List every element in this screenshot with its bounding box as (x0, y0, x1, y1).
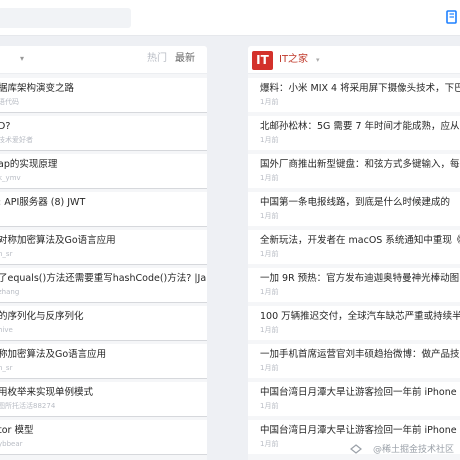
chevron-down-icon[interactable]: ▾ (20, 54, 30, 64)
article-title[interactable]: 据库架构演变之路 (0, 82, 74, 95)
article-item[interactable]: D? 技术爱好者 (0, 116, 207, 150)
article-meta: 1月前 (260, 402, 279, 410)
left-panel-header: ▾ 热门 最新 (0, 46, 207, 74)
article-meta: zhang (0, 288, 20, 296)
right-panel-header: IT IT之家 ▾ (248, 46, 460, 74)
article-item[interactable]: 用枚举来实现单例模式图所托活活88274 (0, 382, 207, 416)
article-meta: 1月前 (260, 174, 279, 182)
article-meta: 1月前 (260, 364, 279, 372)
article-title[interactable]: 用枚举来实现单例模式 (0, 386, 93, 399)
left-feed-panel: ▾ 热门 最新 据库架构演变之路语代码 D? 技术爱好者 ap的实现原理 k_ymv : A… (0, 46, 207, 460)
article-item[interactable]: 对称加密算法及Go语言应用 n_sr (0, 230, 207, 264)
top-bar (0, 0, 460, 36)
article-title[interactable]: 100 万辆推迟交付，全球汽车缺芯严重或持续半年以上 (260, 310, 460, 323)
article-title[interactable]: 爆料：小米 MIX 4 将采用屏下摄像头技术，下巴极窄 (260, 82, 460, 95)
article-title[interactable]: 了equals()方法还需要重写hashCode()方法? |Ja… (0, 272, 207, 285)
article-item[interactable]: 中国台湾日月潭大旱让游客捡回一年前 iPhone 11 1月前 (248, 382, 460, 416)
article-meta: 技术爱好者 (0, 136, 33, 144)
article-title[interactable]: 一加手机首席运营官刘丰硕趋抬微博：做产品技术出身 (260, 348, 460, 361)
article-item[interactable]: : API服务器 (8) JWT (0, 192, 207, 226)
article-meta: 1月前 (260, 212, 279, 220)
book-icon[interactable] (446, 10, 458, 24)
article-item[interactable]: 了equals()方法还需要重写hashCode()方法? |Ja… zhang (0, 268, 207, 302)
article-meta: ybbear (0, 440, 23, 448)
chevron-down-icon[interactable]: ▾ (316, 55, 320, 65)
article-title[interactable]: ap的实现原理 (0, 158, 57, 171)
tab-latest[interactable]: 最新 (175, 53, 195, 64)
article-item[interactable]: 称加密算法及Go语言应用 n_sr (0, 344, 207, 378)
article-title[interactable]: tor 模型 (0, 424, 33, 437)
article-item[interactable]: 全新玩法，开发者在 macOS 系统通知中重现《Flapp 1月前 (248, 230, 460, 264)
article-meta: n_sr (0, 250, 13, 258)
watermark: @稀土掘金技术社区 (372, 445, 454, 455)
article-meta: k_ymv (0, 174, 21, 182)
article-item[interactable]: ap的实现原理 k_ymv (0, 154, 207, 188)
article-title[interactable]: 对称加密算法及Go语言应用 (0, 234, 116, 247)
article-item[interactable]: 100 万辆推迟交付，全球汽车缺芯严重或持续半年以上 1月前 (248, 306, 460, 340)
article-meta: 1月前 (260, 98, 279, 106)
article-item[interactable]: 中国第一条电报线路，到底是什么时候建成的 1月前 (248, 192, 460, 226)
article-title[interactable]: 称加密算法及Go语言应用 (0, 348, 106, 361)
article-meta: 语代码 (0, 98, 19, 106)
article-meta: 1月前 (260, 440, 279, 448)
article-title[interactable]: 中国台湾日月潭大旱让游客捡回一年前 iPhone 11 (260, 386, 460, 399)
article-title[interactable]: 北邮孙松林：5G 需要 7 年时间才能成熟，应从产业链 (260, 120, 460, 133)
search-input[interactable] (0, 8, 131, 28)
article-item[interactable]: 据库架构演变之路语代码 (0, 78, 207, 112)
article-meta: n_sr (0, 364, 13, 372)
article-meta: 图所托活活88274 (0, 402, 56, 410)
article-item[interactable]: 的序列化与反序列化 hive (0, 306, 207, 340)
source-logo[interactable]: IT (252, 51, 273, 70)
article-title[interactable]: D? (0, 120, 10, 133)
article-item[interactable]: 一加 9R 预热：官方发布迪迦奥特曼神光棒动图，今晚 1月前 (248, 268, 460, 302)
article-title[interactable]: 全新玩法，开发者在 macOS 系统通知中重现《Flapp (260, 234, 460, 247)
article-meta: hive (0, 326, 13, 334)
article-title[interactable]: : API服务器 (8) JWT (0, 196, 85, 209)
right-feed-panel: IT IT之家 ▾ 爆料：小米 MIX 4 将采用屏下摄像头技术，下巴极窄 1月前… (248, 46, 460, 460)
juejin-logo-icon (350, 444, 362, 454)
article-title[interactable]: 一加 9R 预热：官方发布迪迦奥特曼神光棒动图，今晚 (260, 272, 460, 285)
sort-tabs: 热门 最新 (139, 52, 195, 66)
article-meta: 1月前 (260, 288, 279, 296)
article-item[interactable]: 爆料：小米 MIX 4 将采用屏下摄像头技术，下巴极窄 1月前 (248, 78, 460, 112)
tab-hot[interactable]: 热门 (147, 53, 167, 64)
article-meta: 1月前 (260, 136, 279, 144)
article-title[interactable]: 中国第一条电报线路，到底是什么时候建成的 (260, 196, 450, 209)
article-item[interactable]: 国外厂商推出新型键盘：和弦方式多键输入，每分钟 1月前 (248, 154, 460, 188)
article-item[interactable]: 北邮孙松林：5G 需要 7 年时间才能成熟，应从产业链 1月前 (248, 116, 460, 150)
article-title[interactable]: 的序列化与反序列化 (0, 310, 84, 323)
article-meta: 1月前 (260, 326, 279, 334)
article-title[interactable]: 国外厂商推出新型键盘：和弦方式多键输入，每分钟 (260, 158, 460, 171)
article-title[interactable]: 中国台湾日月潭大旱让游客捡回一年前 iPhone 11 (260, 424, 460, 437)
article-item[interactable]: tor 模型 ybbear (0, 420, 207, 454)
source-name[interactable]: IT之家 (279, 53, 308, 67)
article-meta: 1月前 (260, 250, 279, 258)
article-item[interactable]: 一加手机首席运营官刘丰硕趋抬微博：做产品技术出身 1月前 (248, 344, 460, 378)
